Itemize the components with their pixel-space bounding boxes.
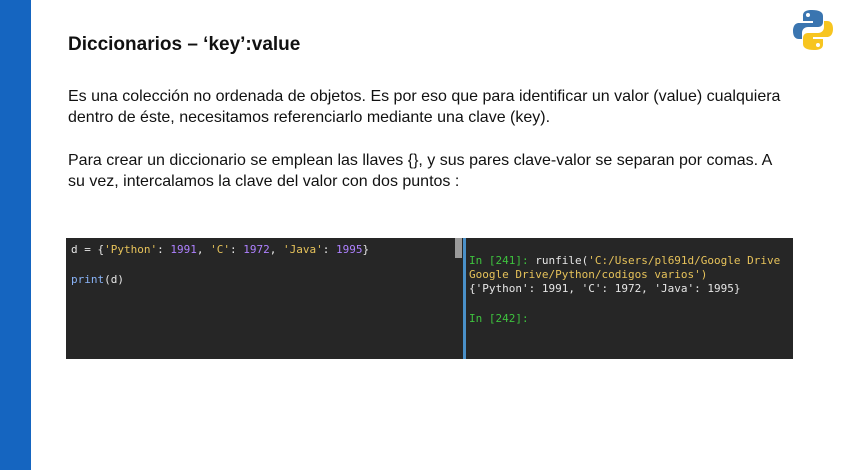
console-path-continuation: Google Drive/Python/codigos varios'): [469, 268, 708, 281]
console-command: runfile(: [528, 254, 589, 267]
syntax-paragraph: Para crear un diccionario se emplean las…: [68, 152, 772, 190]
code-text: }: [362, 243, 370, 256]
code-text: (d): [104, 273, 124, 286]
console-output: {'Python': 1991, 'C': 1972, 'Java': 1995…: [469, 282, 741, 295]
python-logo-icon: [793, 10, 833, 50]
code-text: :: [157, 243, 171, 256]
slide-title: Diccionarios – ‘key’:value: [68, 34, 301, 55]
console-path: 'C:/Users/pl691d/Google Drive: [588, 254, 781, 267]
code-number: 1991: [170, 243, 197, 256]
code-line-dict: d = {'Python': 1991, 'C': 1972, 'Java': …: [71, 243, 369, 256]
console-prompt[interactable]: In [242]:: [469, 312, 529, 325]
left-accent-bar: [0, 0, 31, 470]
console-input-line: In [241]: runfile('C:/Users/pl691d/Googl…: [469, 254, 780, 267]
ipython-console-panel[interactable]: In [241]: runfile('C:/Users/pl691d/Googl…: [466, 238, 793, 359]
code-string: 'Python': [104, 243, 158, 256]
code-builtin: print: [71, 273, 105, 286]
code-line-print: print(d): [71, 273, 124, 286]
console-prompt: In [241]:: [469, 254, 529, 267]
code-editor-panel[interactable]: d = {'Python': 1991, 'C': 1972, 'Java': …: [66, 238, 464, 359]
code-text: d = {: [71, 243, 105, 256]
code-text: ,: [196, 243, 211, 256]
code-text: ,: [269, 243, 283, 256]
code-string: 'Java': [282, 243, 323, 256]
code-number: 1972: [243, 243, 270, 256]
code-text: :: [229, 243, 244, 256]
code-string: 'C': [210, 243, 230, 256]
code-text: :: [322, 243, 336, 256]
editor-scrollbar-thumb[interactable]: [455, 238, 462, 258]
description-paragraph: Es una colección no ordenada de objetos.…: [68, 88, 781, 126]
code-number: 1995: [335, 243, 363, 256]
